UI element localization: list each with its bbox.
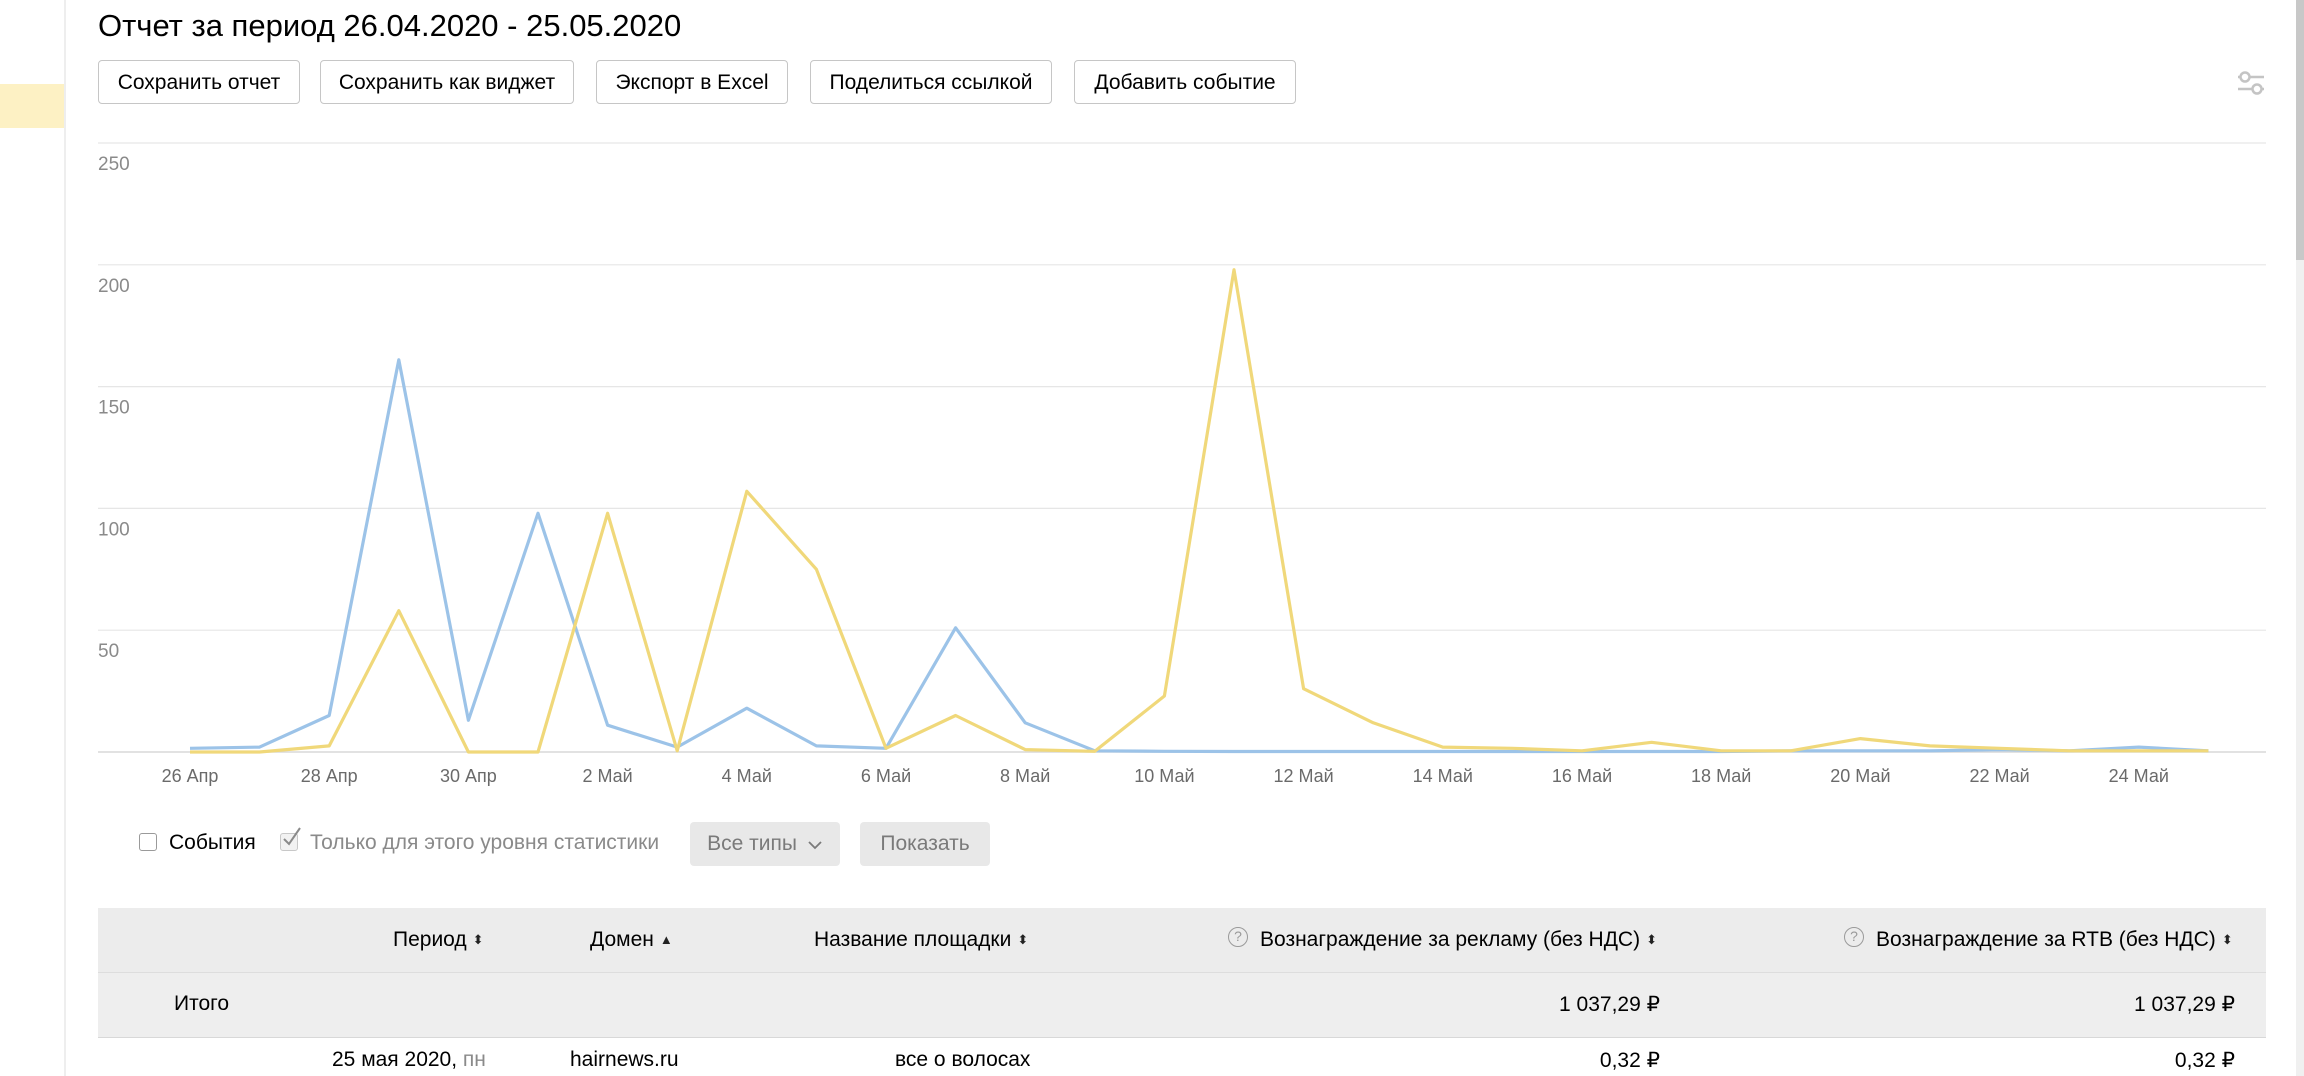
x-tick-label: 24 Май	[2109, 766, 2169, 786]
sort-icon: ⬍	[1017, 932, 1029, 947]
sort-ascending-icon: ▲	[659, 932, 673, 947]
row-site-name: все о волосах	[895, 1048, 1031, 1071]
y-tick-label: 100	[98, 519, 130, 540]
sort-icon: ⬍	[1646, 932, 1657, 947]
table-header: Период ⬍ Домен ▲ Название площадки ⬍ ? Возна…	[98, 908, 2266, 972]
x-tick-label: 8 Май	[1000, 766, 1050, 786]
column-domain[interactable]: Домен ▲	[590, 908, 673, 972]
column-rtb-reward-label: Вознаграждение за RTB (без НДС)	[1876, 928, 2216, 951]
level-only-checkbox[interactable]	[280, 827, 301, 851]
column-rtb-reward[interactable]: ? Вознаграждение за RTB (без НДС) ⬍	[1844, 908, 2233, 972]
total-ad-reward: 1 037,29 ₽	[1559, 993, 1660, 1016]
row-date: 25 мая 2020,	[332, 1048, 458, 1071]
events-label: События	[169, 831, 256, 854]
table-row: 25 мая 2020, пн hairnews.ru все о волоса…	[98, 1036, 2266, 1076]
sort-icon: ⬍	[2221, 932, 2233, 947]
column-ad-reward-label: Вознаграждение за рекламу (без НДС)	[1260, 928, 1641, 951]
column-site-name-label: Название площадки	[814, 928, 1012, 951]
y-tick-label: 250	[98, 154, 130, 175]
series-line-1	[189, 358, 2209, 754]
show-button[interactable]: Показать	[860, 822, 990, 866]
chevron-down-icon	[808, 841, 822, 850]
types-select[interactable]: Все типы	[690, 822, 840, 866]
level-only-label: Только для этого уровня статистики	[310, 831, 660, 854]
row-period: 25 мая 2020, пн	[332, 1048, 486, 1072]
table-total-row: Итого 1 037,29 ₽ 1 037,29 ₽	[98, 972, 2266, 1038]
x-tick-label: 30 Апр	[440, 766, 497, 786]
x-tick-label: 4 Май	[722, 766, 772, 786]
column-period-label: Период	[393, 928, 467, 951]
row-domain[interactable]: hairnews.ru	[570, 1048, 679, 1072]
types-select-value: Все типы	[707, 832, 797, 855]
help-icon[interactable]: ?	[1844, 927, 1864, 948]
series-line-2	[190, 268, 2209, 754]
x-tick-label: 14 Май	[1413, 766, 1473, 786]
line-chart: 50 100 150 200 250 26 Апр 28 Апр 30 Апр 2 Май 4 М…	[98, 142, 2266, 786]
x-tick-label: 22 Май	[1969, 766, 2029, 786]
x-tick-label: 26 Апр	[162, 766, 219, 786]
x-tick-label: 28 Апр	[301, 766, 358, 786]
column-site-name[interactable]: Название площадки ⬍	[814, 908, 1028, 972]
total-rtb-reward: 1 037,29 ₽	[2134, 993, 2235, 1016]
x-tick-label: 20 Май	[1830, 766, 1890, 786]
sort-icon: ⬍	[472, 932, 484, 947]
column-ad-reward[interactable]: ? Вознаграждение за рекламу (без НДС) ⬍	[1228, 908, 1657, 972]
y-tick-label: 150	[98, 398, 130, 419]
x-tick-label: 16 Май	[1552, 766, 1612, 786]
row-ad-reward: 0,32 ₽	[1599, 1049, 1660, 1072]
x-tick-label: 6 Май	[861, 766, 911, 786]
row-weekday: пн	[462, 1048, 486, 1071]
x-tick-label: 2 Май	[582, 766, 632, 786]
column-domain-label: Домен	[590, 928, 654, 951]
chart-controls: События Только для этого уровня статисти…	[0, 820, 2304, 876]
help-icon[interactable]: ?	[1228, 927, 1248, 948]
check-icon	[283, 827, 301, 846]
y-tick-label: 200	[98, 276, 130, 297]
events-checkbox[interactable]	[139, 833, 157, 851]
y-tick-label: 50	[98, 641, 119, 662]
x-tick-label: 18 Май	[1691, 766, 1751, 786]
x-tick-label: 12 Май	[1273, 766, 1333, 786]
x-tick-label: 10 Май	[1134, 766, 1194, 786]
column-period[interactable]: Период ⬍	[393, 908, 484, 972]
row-rtb-reward: 0,32 ₽	[2174, 1049, 2235, 1072]
total-label: Итого	[174, 992, 230, 1015]
